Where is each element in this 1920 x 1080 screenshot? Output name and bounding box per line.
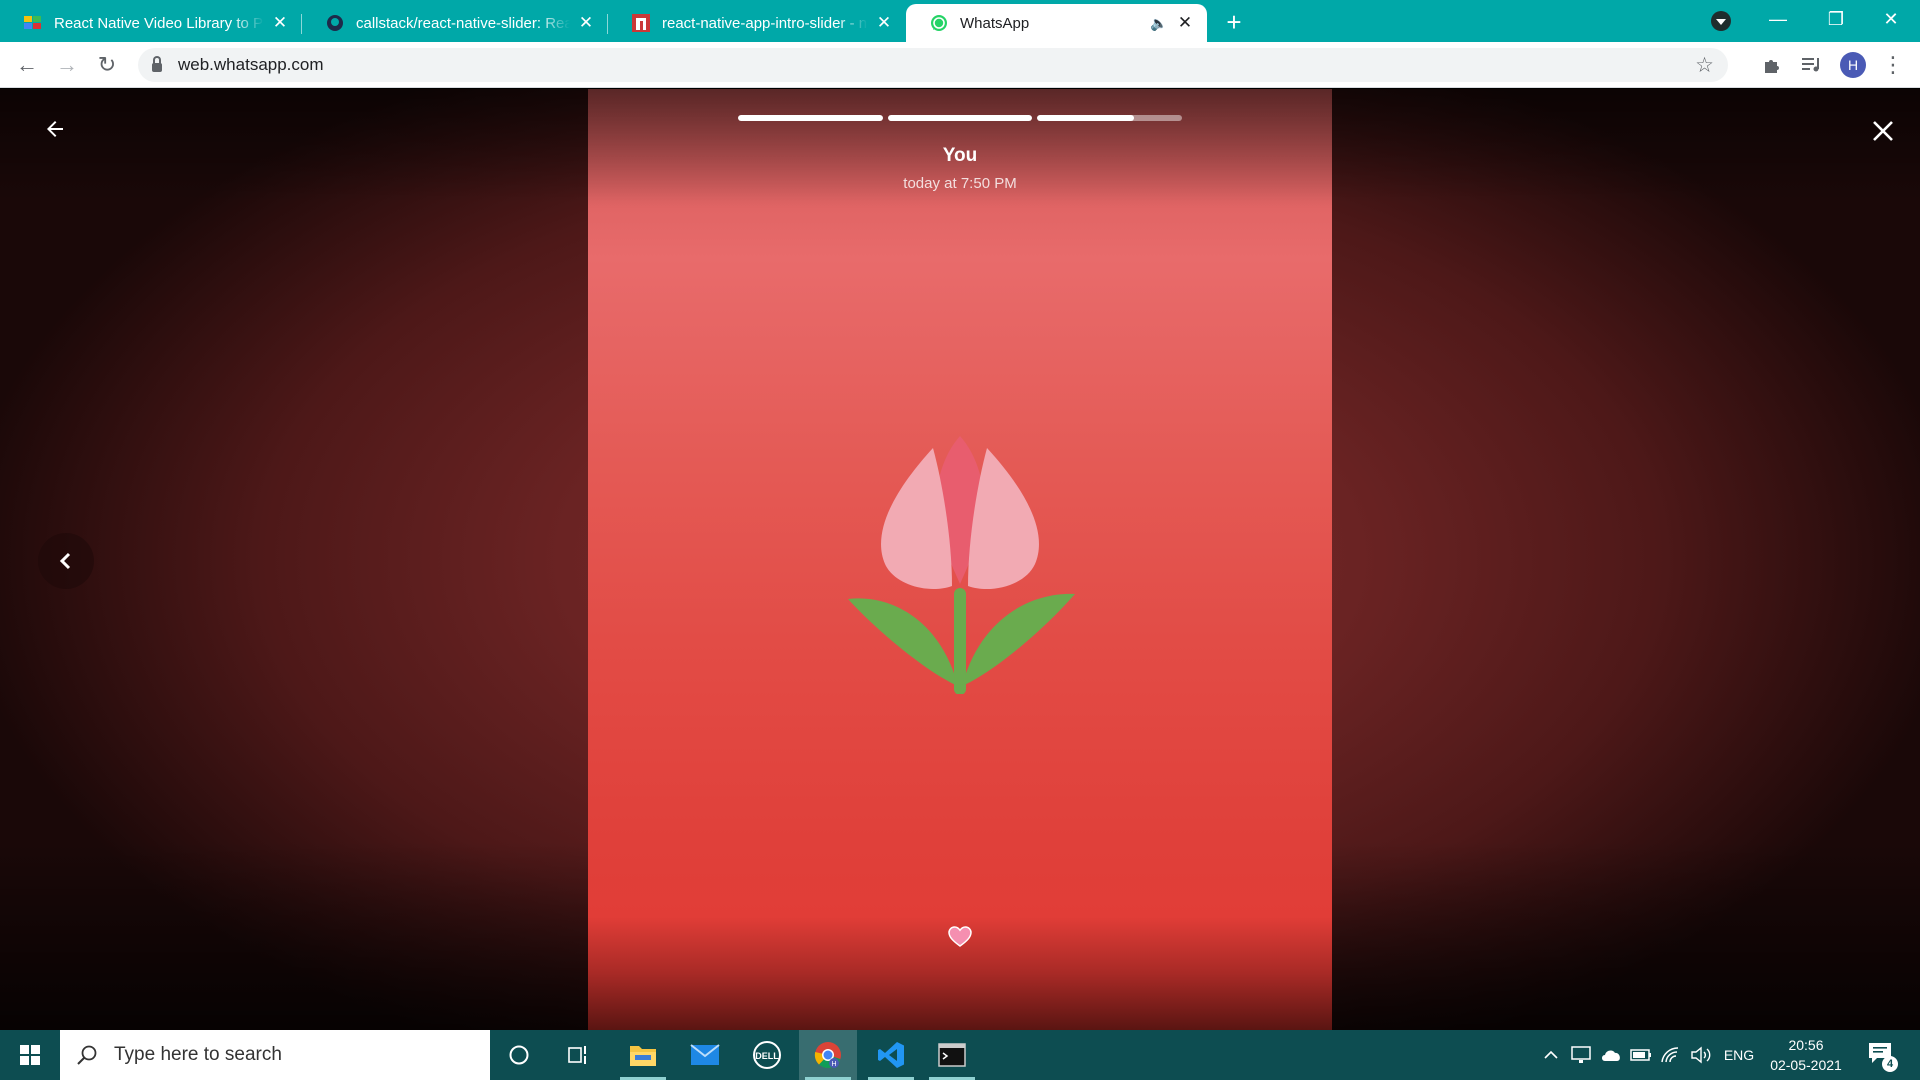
windows-taskbar: Type here to search DELL H ENG 20:56 02-… [0,1030,1920,1080]
browser-toolbar: ← → ↻ web.whatsapp.com ☆ ⋮ [0,42,1920,88]
tulip-icon [848,436,1075,694]
poster-name: You [942,145,978,166]
extensions-icon[interactable] [1759,52,1785,78]
menu-kebab-icon[interactable]: ⋮ [1880,52,1906,78]
close-tab-icon[interactable]: ✕ [270,13,290,33]
notification-center-icon[interactable]: 4 [1868,1042,1898,1072]
dell-icon[interactable]: DELL [738,1030,796,1080]
tab-search-icon[interactable] [1711,11,1731,31]
mail-icon[interactable] [676,1030,734,1080]
search-placeholder: Type here to search [114,1044,282,1065]
tab-title: React Native Video Library to Pla [54,14,264,32]
clock-date: 02-05-2021 [1770,1057,1842,1073]
tab-react-native-app-intro-slider[interactable]: react-native-app-intro-slider - np ✕ [608,4,906,42]
vscode-icon[interactable] [862,1030,920,1080]
close-tab-icon[interactable]: ✕ [874,13,894,33]
volume-icon[interactable] [1688,1030,1714,1080]
back-arrow-icon[interactable] [40,114,70,144]
taskbar-search[interactable]: Type here to search [60,1030,490,1080]
tab-callstack-slider[interactable]: callstack/react-native-slider: Reac ✕ [302,4,608,42]
svg-text:DELL: DELL [755,1051,779,1061]
status-progress [738,115,1183,121]
onedrive-icon[interactable] [1598,1030,1624,1080]
file-explorer-icon[interactable] [614,1030,672,1080]
system-clock[interactable]: 20:56 02-05-2021 [1760,1035,1852,1075]
restore-icon[interactable]: ❐ [1807,0,1865,38]
task-view-icon[interactable] [550,1030,608,1080]
url-text: web.whatsapp.com [178,55,324,74]
back-icon[interactable]: ← [12,50,42,80]
progress-segment [1037,115,1183,121]
terminal-icon[interactable] [923,1030,981,1080]
window-close-icon[interactable]: ✕ [1862,0,1920,38]
status-story[interactable]: You today at 7:50 PM [588,89,1332,1030]
reload-icon[interactable]: ↻ [92,50,122,80]
bookmark-star-icon[interactable]: ☆ [1695,53,1714,78]
battery-icon[interactable] [1628,1030,1654,1080]
chrome-icon[interactable]: H [799,1030,857,1080]
svg-text:H: H [831,1061,836,1068]
search-icon [77,1045,97,1065]
github-favicon [326,14,344,32]
new-tab-button[interactable]: + [1220,7,1248,37]
video-library-favicon [24,14,42,32]
clock-time: 20:56 [1788,1037,1824,1053]
network-status-icon[interactable] [1568,1030,1594,1080]
browser-tabstrip: React Native Video Library to Pla ✕ call… [0,0,1920,42]
tab-title: WhatsApp [960,14,1030,32]
address-bar[interactable]: web.whatsapp.com ☆ [138,48,1728,82]
whatsapp-favicon [930,14,948,32]
previous-status-button[interactable] [38,533,94,589]
tab-title: callstack/react-native-slider: Reac [356,14,570,32]
media-queue-icon[interactable] [1799,52,1825,78]
notification-count: 4 [1882,1056,1898,1072]
close-viewer-icon[interactable] [1866,114,1900,148]
show-hidden-icons-icon[interactable] [1538,1030,1564,1080]
close-tab-icon[interactable]: ✕ [1175,13,1195,33]
profile-avatar[interactable]: H [1840,52,1866,78]
windows-logo-icon [20,1045,40,1065]
cortana-icon[interactable] [490,1030,548,1080]
status-viewer: You today at 7:50 PM [0,89,1920,1030]
wifi-icon[interactable] [1658,1030,1684,1080]
lock-icon[interactable] [152,56,162,72]
speaker-icon[interactable]: 🔈 [1149,13,1169,33]
close-tab-icon[interactable]: ✕ [576,13,596,33]
post-time: today at 7:50 PM [903,175,1017,192]
progress-segment [887,115,1033,121]
forward-icon[interactable]: → [52,50,82,80]
minimize-icon[interactable]: — [1749,0,1807,38]
language-indicator[interactable]: ENG [1720,1030,1758,1080]
tab-title: react-native-app-intro-slider - np [662,14,868,32]
start-button[interactable] [0,1030,60,1080]
heart-icon[interactable] [948,925,972,949]
progress-segment [738,115,883,121]
npm-favicon [632,14,650,32]
tab-whatsapp[interactable]: WhatsApp 🔈 ✕ [906,4,1207,42]
tab-react-native-video[interactable]: React Native Video Library to Pla ✕ [0,4,302,42]
